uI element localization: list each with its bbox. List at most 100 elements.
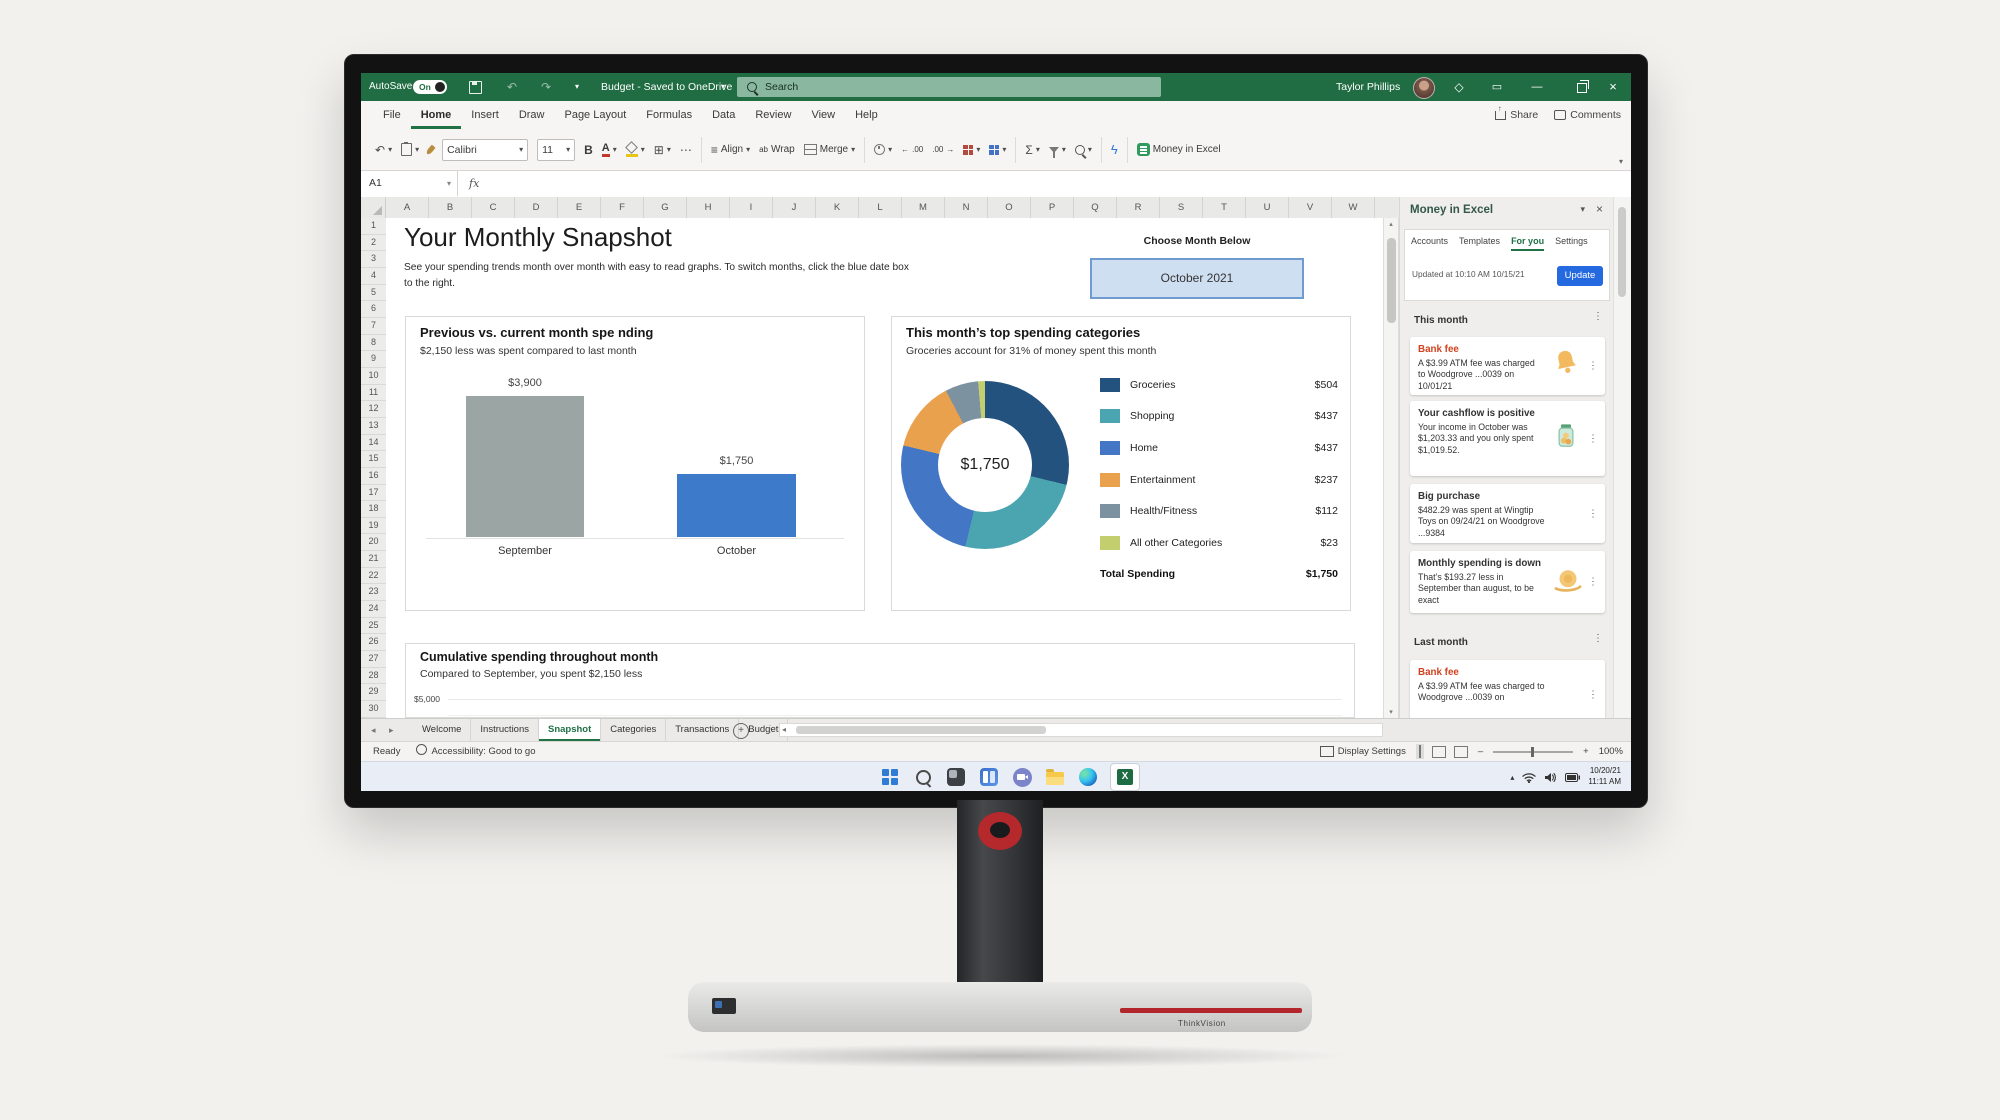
row-header-1[interactable]: 1 — [361, 218, 386, 235]
vertical-scrollbar[interactable]: ▴ ▾ — [1383, 218, 1399, 718]
column-header-Q[interactable]: Q — [1074, 197, 1117, 218]
sheet-tab-instructions[interactable]: Instructions — [471, 719, 539, 741]
bar-october[interactable] — [677, 474, 796, 537]
ribbon-display-options-icon[interactable]: ▭ — [1485, 73, 1509, 101]
card-kebab-icon[interactable]: ⋮ — [1588, 508, 1598, 519]
normal-view-button[interactable] — [1416, 744, 1424, 759]
row-header-21[interactable]: 21 — [361, 551, 386, 568]
name-box[interactable]: A1 ▾ — [361, 171, 458, 196]
next-sheet-icon[interactable]: ▸ — [389, 719, 394, 741]
row-header-9[interactable]: 9 — [361, 351, 386, 368]
update-button[interactable]: Update — [1557, 266, 1603, 286]
flash-fill-icon[interactable]: ϟ — [1111, 142, 1118, 157]
wifi-icon[interactable] — [1522, 772, 1536, 783]
panel-collapse-chevron-icon[interactable]: ▾ — [1580, 204, 1585, 215]
insight-card-spending-down[interactable]: Monthly spending is down That’s $193.27 … — [1410, 551, 1605, 613]
section-kebab-icon[interactable]: ⋮ — [1593, 633, 1603, 644]
tab-splitter-icon[interactable]: ⋮ — [765, 719, 775, 741]
column-header-T[interactable]: T — [1203, 197, 1246, 218]
scroll-left-icon[interactable]: ◂ — [782, 724, 786, 736]
teams-chat-button[interactable] — [1011, 766, 1033, 788]
column-header-L[interactable]: L — [859, 197, 902, 218]
card-kebab-icon[interactable]: ⋮ — [1588, 433, 1598, 444]
row-header-11[interactable]: 11 — [361, 385, 386, 402]
battery-icon[interactable] — [1565, 773, 1580, 782]
sort-filter-dropdown[interactable]: ▾ — [1049, 145, 1066, 154]
display-settings-button[interactable]: Display Settings — [1320, 746, 1406, 757]
sheet-tab-categories[interactable]: Categories — [601, 719, 666, 741]
panel-tab-settings[interactable]: Settings — [1555, 236, 1588, 251]
column-header-F[interactable]: F — [601, 197, 644, 218]
tab-draw[interactable]: Draw — [509, 101, 555, 129]
font-color-button[interactable]: A▾ — [602, 143, 617, 157]
sheet-tab-transactions[interactable]: Transactions — [666, 719, 739, 741]
insight-card-bank-fee-last[interactable]: Bank fee A $3.99 ATM fee was charged to … — [1410, 660, 1605, 718]
tab-file[interactable]: File — [373, 101, 411, 129]
tab-review[interactable]: Review — [745, 101, 801, 129]
decrease-decimal-button[interactable]: .00→ — [932, 145, 954, 154]
search-input[interactable]: Search — [737, 77, 1161, 97]
row-header-7[interactable]: 7 — [361, 318, 386, 335]
row-header-28[interactable]: 28 — [361, 668, 386, 685]
row-header-13[interactable]: 13 — [361, 418, 386, 435]
column-header-R[interactable]: R — [1117, 197, 1160, 218]
document-title[interactable]: Budget - Saved to OneDrive — [601, 73, 732, 101]
column-header-H[interactable]: H — [687, 197, 730, 218]
zoom-level[interactable]: 100% — [1599, 746, 1623, 757]
scroll-down-icon[interactable]: ▾ — [1384, 708, 1398, 716]
undo-dropdown[interactable]: ↶▾ — [375, 143, 392, 157]
row-header-26[interactable]: 26 — [361, 634, 386, 651]
taskbar-search-button[interactable] — [912, 766, 934, 788]
doc-title-chevron-icon[interactable]: ▾ — [721, 73, 725, 101]
tab-view[interactable]: View — [801, 101, 845, 129]
vertical-scroll-thumb[interactable] — [1387, 238, 1396, 323]
column-header-G[interactable]: G — [644, 197, 687, 218]
merge-dropdown[interactable]: Merge▾ — [804, 144, 855, 155]
money-in-excel-button[interactable]: Money in Excel — [1137, 143, 1221, 156]
row-header-23[interactable]: 23 — [361, 584, 386, 601]
zoom-slider[interactable] — [1493, 751, 1573, 753]
zoom-out-button[interactable]: – — [1478, 746, 1483, 757]
month-selector[interactable]: October 2021 — [1090, 258, 1304, 299]
row-header-12[interactable]: 12 — [361, 401, 386, 418]
avatar[interactable] — [1413, 77, 1435, 99]
restore-button[interactable] — [1577, 83, 1587, 93]
row-header-2[interactable]: 2 — [361, 235, 386, 252]
fx-icon[interactable]: fx — [469, 171, 479, 196]
row-header-17[interactable]: 17 — [361, 485, 386, 502]
column-header-N[interactable]: N — [945, 197, 988, 218]
new-sheet-button[interactable]: + — [733, 723, 749, 739]
tray-clock[interactable]: 10/20/21 11:11 AM — [1588, 766, 1621, 788]
page-break-view-button[interactable] — [1454, 746, 1468, 758]
collapse-ribbon-chevron-icon[interactable]: ▾ — [1619, 157, 1623, 166]
tray-overflow-chevron-icon[interactable]: ▴ — [1510, 773, 1514, 782]
tab-data[interactable]: Data — [702, 101, 745, 129]
row-header-30[interactable]: 30 — [361, 701, 386, 718]
row-header-29[interactable]: 29 — [361, 684, 386, 701]
horizontal-scrollbar[interactable]: ◂ — [779, 723, 1383, 737]
quick-access-chevron-icon[interactable]: ▾ — [575, 73, 579, 101]
panel-tab-accounts[interactable]: Accounts — [1411, 236, 1448, 251]
row-header-24[interactable]: 24 — [361, 601, 386, 618]
panel-scroll-thumb[interactable] — [1618, 207, 1626, 297]
column-header-U[interactable]: U — [1246, 197, 1289, 218]
column-header-C[interactable]: C — [472, 197, 515, 218]
column-header-S[interactable]: S — [1160, 197, 1203, 218]
find-dropdown[interactable]: ▾ — [1075, 145, 1092, 155]
column-header-J[interactable]: J — [773, 197, 816, 218]
conditional-formatting-dropdown[interactable]: ▾ — [963, 145, 980, 155]
card-kebab-icon[interactable]: ⋮ — [1588, 361, 1598, 372]
insight-card-cashflow[interactable]: Your cashflow is positive Your income in… — [1410, 401, 1605, 476]
zoom-in-button[interactable]: + — [1583, 746, 1589, 757]
accessibility-status[interactable]: Accessibility: Good to go — [416, 742, 535, 761]
zoom-slider-thumb[interactable] — [1531, 747, 1534, 757]
row-header-19[interactable]: 19 — [361, 518, 386, 535]
tab-formulas[interactable]: Formulas — [636, 101, 702, 129]
panel-tab-for-you[interactable]: For you — [1511, 236, 1544, 251]
column-header-P[interactable]: P — [1031, 197, 1074, 218]
column-header-I[interactable]: I — [730, 197, 773, 218]
comments-button[interactable]: Comments — [1554, 109, 1621, 121]
save-icon[interactable] — [469, 81, 482, 94]
scroll-up-icon[interactable]: ▴ — [1384, 220, 1398, 228]
column-header-K[interactable]: K — [816, 197, 859, 218]
